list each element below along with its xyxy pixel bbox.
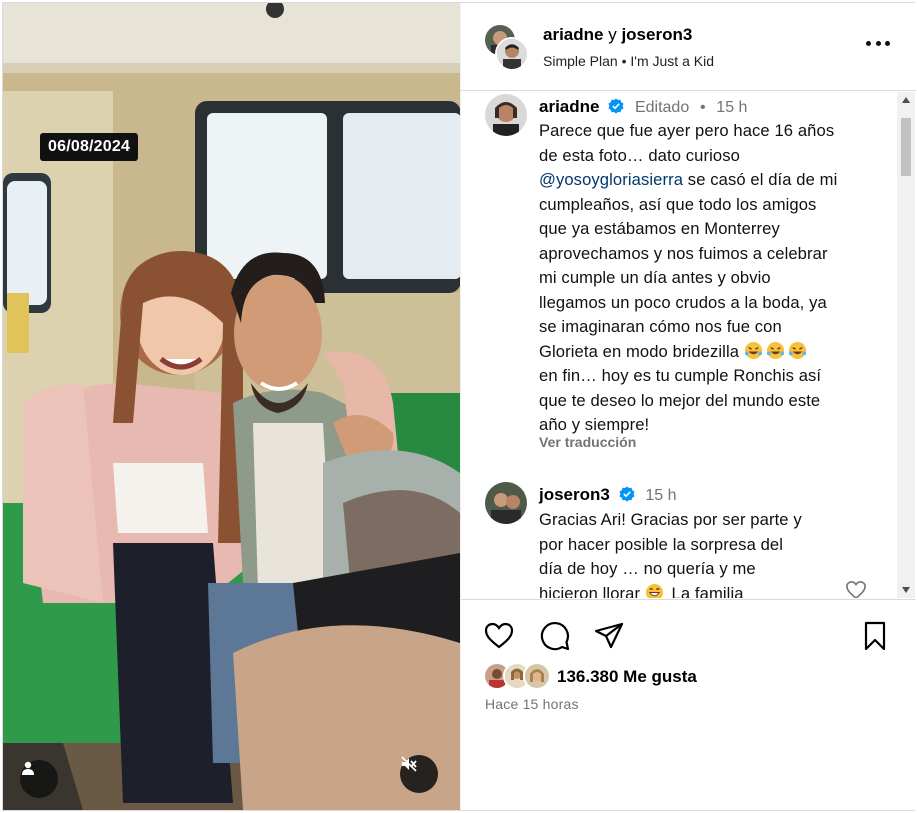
post-media[interactable]: 06/08/2024 [3, 3, 460, 810]
post-timestamp[interactable]: Hace 15 horas [485, 696, 579, 712]
text-line: que te deseo lo mejor del mundo este [539, 390, 821, 410]
comments-list[interactable]: ariadne Editado • 15 h Parece que fue ay… [461, 92, 916, 598]
bookmark-icon[interactable] [859, 620, 891, 652]
audio-title[interactable]: I'm Just a Kid [630, 53, 714, 69]
comment-dot: • [699, 99, 706, 116]
rofl-emoji-icon [788, 341, 806, 359]
audio-track[interactable]: Simple Plan • I'm Just a Kid [543, 53, 714, 69]
share-icon[interactable] [593, 620, 625, 652]
post-authors: ariadne y joseron3 [543, 25, 692, 45]
text-line: cumpleaños, así que todo los amigos [539, 194, 817, 214]
verified-badge-icon [608, 98, 624, 114]
text-line: se imaginaran cómo nos fue con [539, 317, 782, 336]
text-line: llegamos un poco crudos a la boda, ya [539, 292, 827, 312]
text-line: hicieron llorar La familia [539, 582, 879, 598]
scroll-up-icon[interactable] [902, 97, 910, 103]
text-line: @yosoygloriasierra se casó el día de mi [539, 170, 838, 189]
tagged-users-button[interactable] [20, 760, 58, 798]
text-line: de esta foto… dato curioso [539, 145, 740, 165]
mute-icon [401, 756, 417, 772]
text-line: en fin… hoy es tu cumple Ronchis así [539, 366, 822, 385]
post-actions: 136.380 Me gusta Hace 15 horas [461, 599, 916, 810]
mute-toggle-button[interactable] [400, 755, 438, 793]
grin-emoji-icon [645, 583, 663, 598]
post-header: ariadne y joseron3 Simple Plan • I'm Jus… [461, 3, 916, 91]
text-line: que ya estábamos en Monterrey [539, 219, 780, 238]
video-frame-illustration [3, 3, 460, 810]
comment-edited: Editado [634, 99, 690, 116]
comment-username[interactable]: ariadne [539, 97, 599, 116]
audio-artist[interactable]: Simple Plan [543, 53, 618, 69]
see-translation-button[interactable]: Ver traducción [539, 434, 636, 450]
more-options-button[interactable] [866, 39, 890, 47]
comment-text: Parece que fue ayer pero hace 16 años de… [539, 119, 879, 438]
like-comment-icon[interactable] [845, 580, 867, 598]
user-tag-icon [22, 761, 34, 775]
rofl-emoji-icon [744, 341, 762, 359]
comment-text: Gracias Ari! Gracias por ser parte y por… [539, 508, 879, 598]
text-line: Parece que fue ayer pero hace 16 años [539, 121, 835, 140]
more-icon [866, 40, 871, 46]
post-modal: 06/08/2024 ariadne y joseron3 Simple Pla… [2, 2, 916, 811]
author-username[interactable]: joseron3 [621, 25, 692, 44]
avatar[interactable] [523, 662, 551, 690]
text-line: por hacer posible la sorpresa del [539, 534, 784, 554]
text-line: aprovechamos y nos fuimos a celebrar [539, 243, 828, 263]
avatar[interactable] [495, 37, 529, 71]
heart-icon[interactable] [483, 620, 515, 652]
author-connector: y [608, 25, 617, 44]
comment-time[interactable]: 15 h [716, 99, 747, 116]
comment-time[interactable]: 15 h [645, 487, 676, 504]
post-side-panel: ariadne y joseron3 Simple Plan • I'm Jus… [460, 3, 916, 810]
comment-header: joseron3 15 h [539, 485, 676, 505]
author-username[interactable]: ariadne [543, 25, 603, 44]
date-badge: 06/08/2024 [40, 133, 139, 161]
text-line: día de hoy … no quería y me [539, 559, 756, 578]
text-line: Gracias Ari! Gracias por ser parte y [539, 510, 802, 529]
avatar[interactable] [485, 482, 527, 524]
mention-link[interactable]: @yosoygloriasierra [539, 170, 683, 189]
avatar[interactable] [485, 94, 527, 136]
rofl-emoji-icon [766, 341, 784, 359]
comment-header: ariadne Editado • 15 h [539, 97, 747, 117]
text-line: mi cumple un día antes y obvio [539, 268, 771, 287]
verified-badge-icon [619, 486, 635, 502]
audio-separator: • [621, 53, 627, 69]
text-line: Glorieta en modo bridezilla [539, 340, 879, 365]
likes-count[interactable]: 136.380 Me gusta [557, 667, 697, 687]
comments-scrollbar[interactable] [897, 92, 915, 598]
comment-username[interactable]: joseron3 [539, 485, 610, 504]
collab-avatars[interactable] [483, 23, 529, 71]
scroll-thumb[interactable] [901, 118, 911, 176]
comment-icon[interactable] [539, 620, 571, 652]
scroll-down-icon[interactable] [902, 587, 910, 593]
